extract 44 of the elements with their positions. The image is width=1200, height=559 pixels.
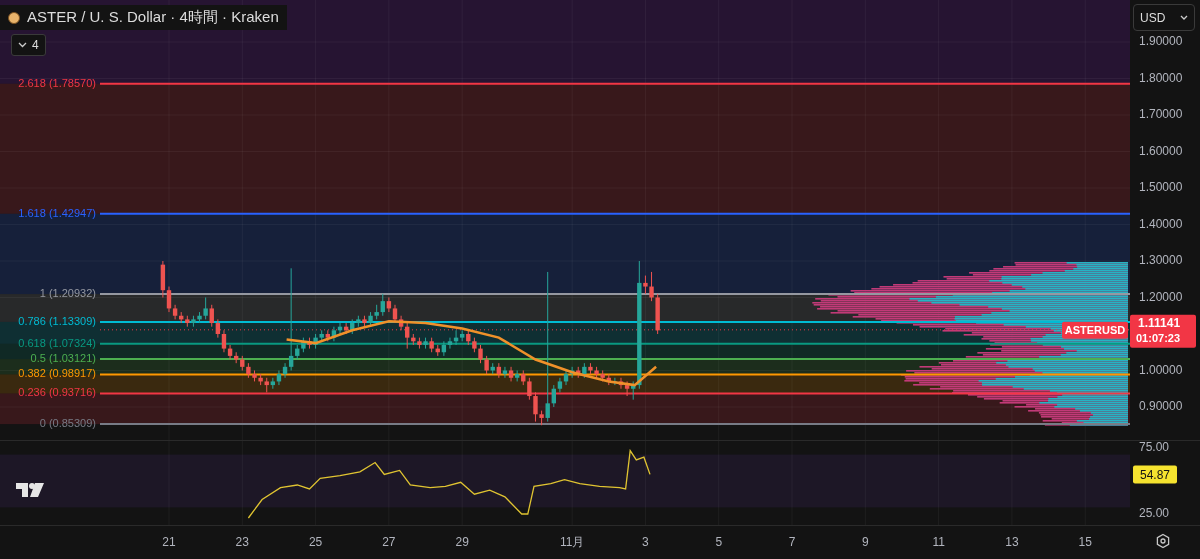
logo-icon	[16, 483, 44, 497]
price-axis-label: 1.40000	[1139, 216, 1183, 231]
fib-level-label: 0.236 (0.93716)	[18, 386, 96, 399]
chevron-down-icon	[18, 42, 27, 48]
price-axis-label: 1.70000	[1139, 107, 1183, 122]
price-axis-label: 1.30000	[1139, 253, 1183, 268]
fib-level-label: 1 (1.20932)	[39, 287, 96, 299]
rsi-axis-label: 75.00	[1139, 441, 1170, 455]
currency-dropdown[interactable]: USD	[1133, 4, 1195, 31]
price-axis-label: 1.90000	[1139, 34, 1183, 49]
rsi-axis-label: 25.00	[1139, 506, 1170, 521]
fib-level-label: 0.382 (0.98917)	[18, 367, 96, 380]
price-axis-label: 1.80000	[1139, 70, 1183, 85]
fib-level-label: 1.618 (1.42947)	[18, 206, 96, 219]
time-axis-label: 11	[932, 535, 945, 549]
price-axis-label: 1.20000	[1139, 289, 1183, 304]
price-axis-label: 1.00000	[1139, 362, 1183, 377]
time-axis-label: 15	[1078, 535, 1092, 549]
price-axis-label: 1.60000	[1139, 143, 1183, 158]
rsi-value-tag: 54.87	[1133, 465, 1177, 484]
chart-title: ASTER / U. S. Dollar · 4時間 · Kraken	[27, 8, 279, 27]
fib-level-label: 0.786 (1.13309)	[18, 314, 96, 327]
time-axis-label: 27	[382, 535, 396, 549]
settings-icon[interactable]	[1155, 533, 1171, 549]
time-axis-label: 7	[788, 535, 796, 549]
fib-level-label: 0 (0.85309)	[39, 417, 96, 429]
fib-level-label: 2.618 (1.78570)	[18, 76, 96, 89]
time-axis-label: 25	[308, 535, 323, 549]
coin-icon	[8, 11, 20, 24]
time-axis-label: 21	[162, 535, 176, 549]
last-price-tag: 1.11141 01:07:23	[1130, 314, 1196, 348]
time-axis-label: 23	[235, 535, 249, 549]
fib-level-label: 0.618 (1.07324)	[18, 336, 96, 349]
time-axis-label: 11月	[559, 535, 585, 549]
price-axis-label: 0.90000	[1139, 399, 1183, 414]
time-axis-label: 3	[642, 535, 649, 549]
indicators-toggle-button[interactable]: 4	[11, 34, 46, 56]
price-axis-label: 1.50000	[1139, 180, 1183, 195]
time-axis-label: 5	[715, 535, 723, 549]
fib-level-label: 0.5 (1.03121)	[30, 352, 96, 364]
time-axis-label: 9	[861, 535, 869, 549]
time-axis-label: 29	[455, 535, 469, 549]
time-axis-label: 13	[1005, 535, 1019, 549]
chevron-down-icon	[1180, 15, 1188, 20]
